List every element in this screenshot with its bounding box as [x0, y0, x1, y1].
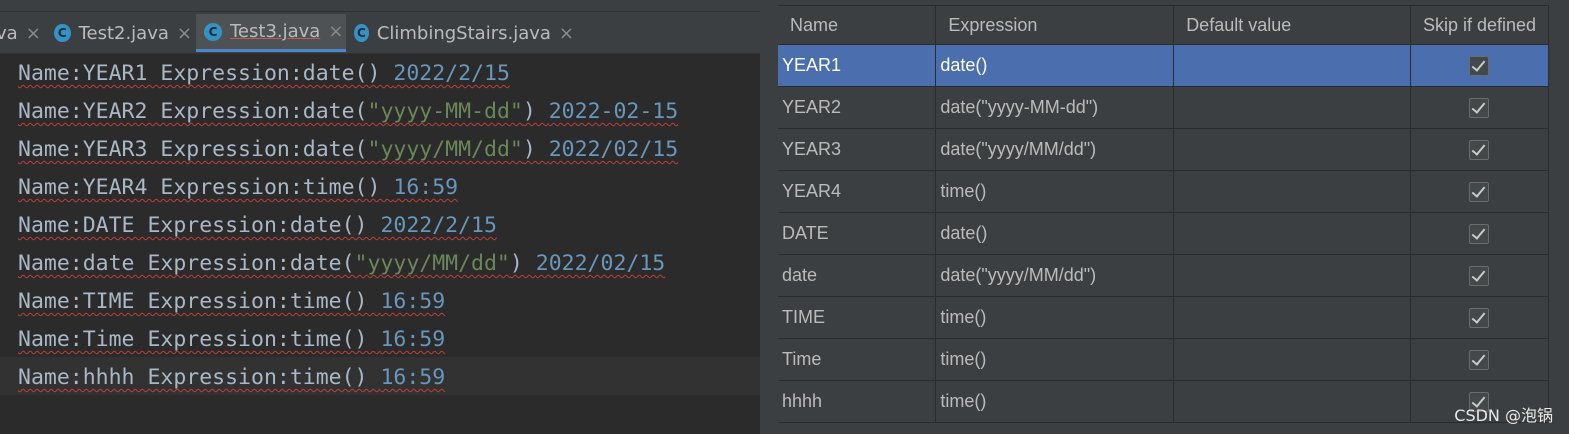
cell-default-value[interactable]	[1173, 128, 1411, 171]
table-row[interactable]: YEAR3 date("yyyy/MM/dd")	[778, 128, 1550, 171]
tab-test3-java[interactable]: C Test3.java ×	[196, 14, 346, 52]
code-line: Name:date Expression:date("yyyy/MM/dd") …	[18, 251, 666, 276]
column-header-default-value[interactable]: Default value	[1173, 6, 1411, 45]
cell-expression[interactable]: time()	[935, 170, 1175, 213]
table-row[interactable]: Time time()	[778, 338, 1550, 381]
watermark: CSDN @泡锅	[1454, 406, 1553, 425]
skip-checkbox[interactable]	[1469, 56, 1490, 77]
template-variables-panel: Name Expression Default value Skip if de…	[778, 0, 1569, 434]
cell-default-value[interactable]	[1173, 86, 1411, 129]
code-line: Name:YEAR2 Expression:date("yyyy-MM-dd")…	[18, 99, 679, 124]
cell-skip-if-defined[interactable]	[1410, 254, 1550, 297]
column-header-expression[interactable]: Expression	[935, 6, 1175, 45]
column-header-name[interactable]: Name	[778, 6, 937, 45]
table-row[interactable]: YEAR4 time()	[778, 170, 1550, 213]
close-icon[interactable]: ×	[177, 23, 192, 44]
panel-splitter[interactable]	[760, 0, 778, 434]
cell-skip-if-defined[interactable]	[1410, 44, 1550, 87]
tab-label: Test3.java	[230, 21, 321, 42]
skip-checkbox[interactable]	[1469, 350, 1490, 371]
tab-climbingstairs-java[interactable]: C ClimbingStairs.java ×	[354, 14, 574, 52]
cell-expression[interactable]: time()	[935, 380, 1175, 423]
table-row[interactable]: date date("yyyy/MM/dd")	[778, 254, 1550, 297]
code-line: Name:hhhh Expression:time() 16:59	[18, 365, 446, 390]
tab-java-file-partial[interactable]: va ×	[0, 14, 42, 52]
cell-default-value[interactable]	[1173, 212, 1411, 255]
cell-expression[interactable]: date()	[935, 44, 1175, 87]
skip-checkbox[interactable]	[1469, 140, 1490, 161]
cell-skip-if-defined[interactable]	[1410, 86, 1550, 129]
java-class-icon: C	[354, 24, 369, 42]
cell-skip-if-defined[interactable]	[1410, 128, 1550, 171]
tab-test2-java[interactable]: C Test2.java ×	[54, 14, 192, 52]
cell-expression[interactable]: time()	[935, 338, 1175, 381]
java-class-icon: C	[204, 22, 222, 41]
cell-name[interactable]: TIME	[778, 296, 937, 339]
tab-label: Test2.java	[78, 22, 169, 44]
code-line: Name:Time Expression:time() 16:59	[18, 327, 446, 352]
cell-expression[interactable]: date("yyyy/MM/dd")	[935, 128, 1175, 171]
cell-name[interactable]: date	[778, 254, 937, 297]
skip-checkbox[interactable]	[1469, 308, 1490, 329]
code-editor[interactable]: va × C Test2.java × C Test3.java × C Cli…	[0, 0, 760, 434]
tab-label: va	[0, 22, 18, 44]
code-line: Name:YEAR4 Expression:time() 16:59	[18, 175, 459, 200]
skip-checkbox[interactable]	[1469, 266, 1490, 287]
cell-default-value[interactable]	[1173, 296, 1411, 339]
cell-name[interactable]: YEAR2	[778, 86, 937, 129]
tab-bar-top-strip	[0, 0, 760, 12]
editor-tab-bar: va × C Test2.java × C Test3.java × C Cli…	[0, 0, 760, 54]
table-row[interactable]: YEAR1 date()	[778, 44, 1550, 87]
variables-table: Name Expression Default value Skip if de…	[778, 6, 1550, 423]
code-line: Name:DATE Expression:date() 2022/2/15	[18, 213, 497, 238]
skip-checkbox[interactable]	[1469, 98, 1490, 119]
code-line: Name:YEAR1 Expression:date() 2022/2/15	[18, 61, 510, 86]
table-row[interactable]: hhhh time()	[778, 380, 1550, 423]
close-icon[interactable]: ×	[559, 23, 574, 44]
cell-name[interactable]: YEAR1	[778, 44, 937, 87]
cell-default-value[interactable]	[1173, 254, 1411, 297]
table-header-row: Name Expression Default value Skip if de…	[778, 6, 1550, 45]
cell-expression[interactable]: date()	[935, 212, 1175, 255]
cell-name[interactable]: YEAR3	[778, 128, 937, 171]
skip-checkbox[interactable]	[1469, 224, 1490, 245]
cell-expression[interactable]: date("yyyy/MM/dd")	[935, 254, 1175, 297]
table-row[interactable]: DATE date()	[778, 212, 1550, 255]
panel-scroll-edge	[1549, 0, 1569, 434]
cell-skip-if-defined[interactable]	[1410, 338, 1550, 381]
cell-name[interactable]: YEAR4	[778, 170, 937, 213]
table-row[interactable]: TIME time()	[778, 296, 1550, 339]
cell-expression[interactable]: date("yyyy-MM-dd")	[935, 86, 1175, 129]
cell-expression[interactable]: time()	[935, 296, 1175, 339]
close-icon[interactable]: ×	[26, 23, 41, 44]
code-line: Name:TIME Expression:time() 16:59	[18, 289, 446, 314]
cell-default-value[interactable]	[1173, 338, 1411, 381]
skip-checkbox[interactable]	[1469, 182, 1490, 203]
cell-skip-if-defined[interactable]	[1410, 170, 1550, 213]
cell-name[interactable]: Time	[778, 338, 937, 381]
close-icon[interactable]: ×	[328, 21, 343, 42]
cell-name[interactable]: hhhh	[778, 380, 937, 423]
tab-label: ClimbingStairs.java	[376, 22, 551, 44]
column-header-skip-if-defined[interactable]: Skip if defined	[1410, 6, 1550, 45]
table-row[interactable]: YEAR2 date("yyyy-MM-dd")	[778, 86, 1550, 129]
java-class-icon: C	[54, 24, 71, 42]
cell-skip-if-defined[interactable]	[1410, 212, 1550, 255]
cell-name[interactable]: DATE	[778, 212, 937, 255]
cell-default-value[interactable]	[1173, 380, 1411, 423]
code-line: Name:YEAR3 Expression:date("yyyy/MM/dd")…	[18, 137, 679, 162]
cell-default-value[interactable]	[1173, 170, 1411, 213]
cell-skip-if-defined[interactable]	[1410, 296, 1550, 339]
cell-default-value[interactable]	[1173, 44, 1411, 87]
